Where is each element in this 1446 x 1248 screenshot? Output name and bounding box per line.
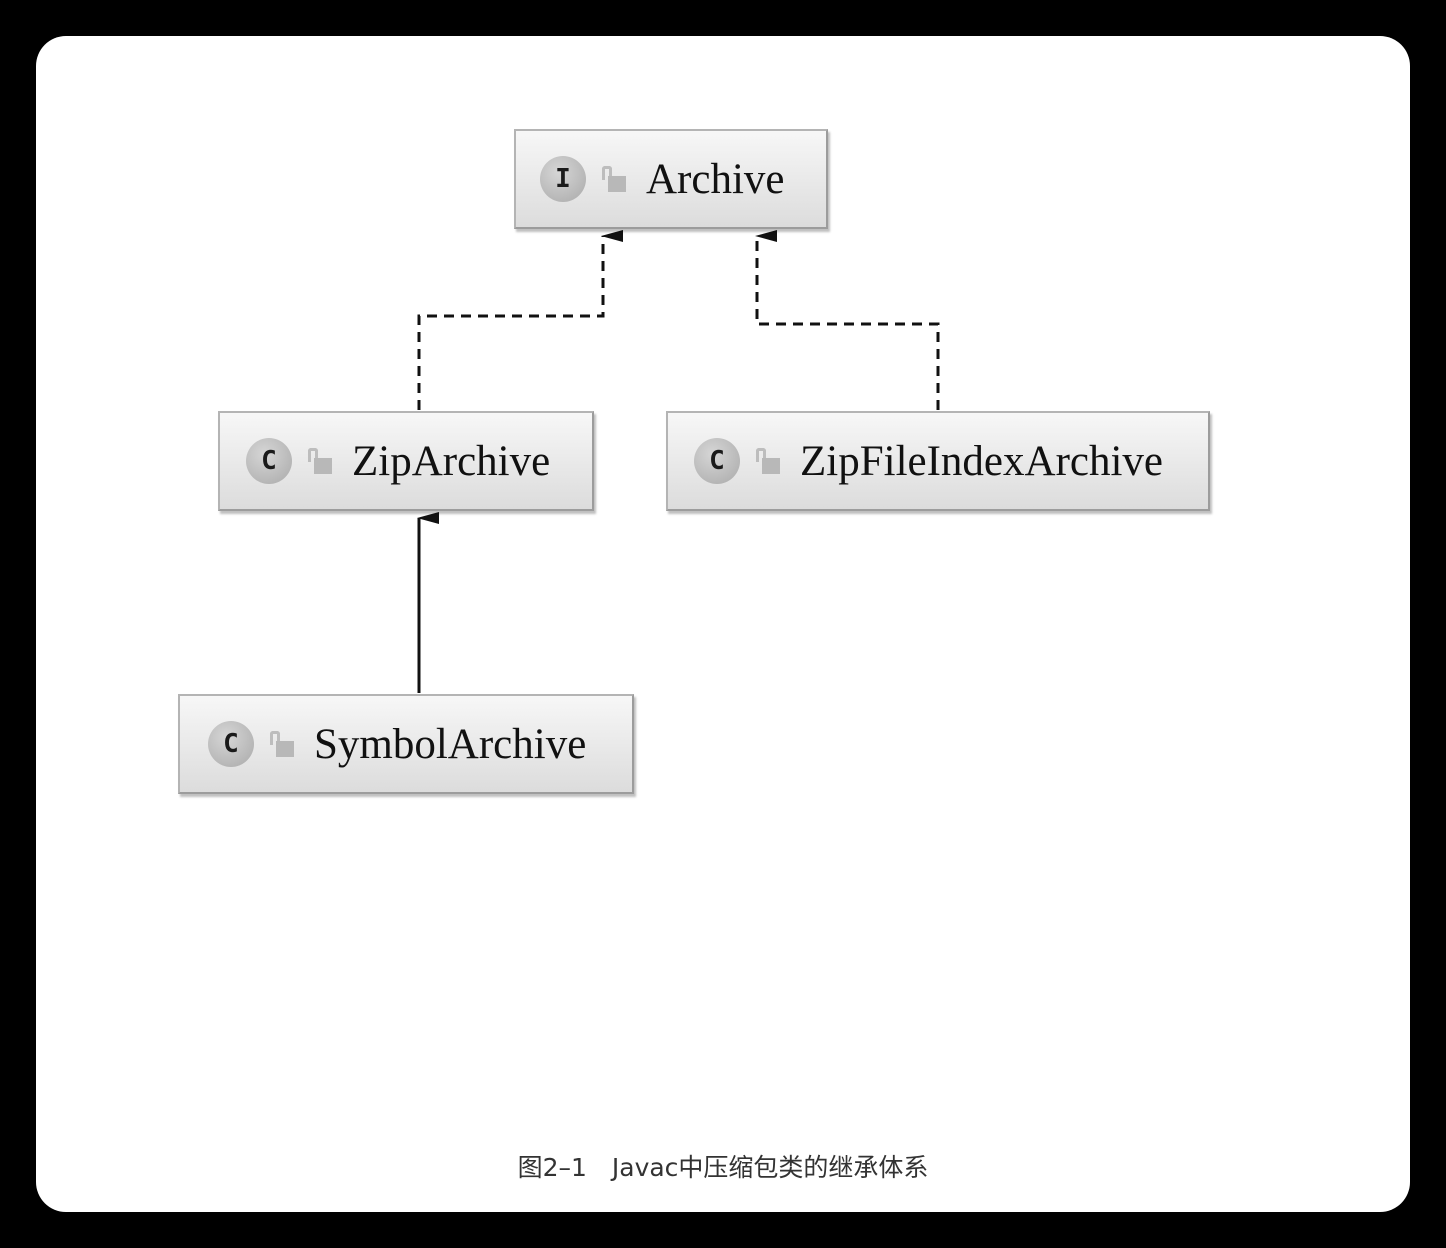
- class-icon: C: [694, 438, 740, 484]
- lock-icon: [306, 446, 336, 476]
- node-label: SymbolArchive: [314, 720, 587, 768]
- figure-card: I Archive C ZipArchive C ZipFileIndexArc…: [36, 36, 1410, 1212]
- class-icon: C: [246, 438, 292, 484]
- node-archive: I Archive: [514, 129, 828, 229]
- edge-zipfileindexarchive-to-archive: [755, 230, 940, 410]
- lock-icon: [268, 729, 298, 759]
- node-label: ZipFileIndexArchive: [800, 437, 1164, 485]
- node-label: ZipArchive: [352, 437, 551, 485]
- node-zipfileindexarchive: C ZipFileIndexArchive: [666, 411, 1210, 511]
- edge-ziparchive-to-archive: [417, 230, 623, 410]
- node-ziparchive: C ZipArchive: [218, 411, 594, 511]
- class-icon: C: [208, 721, 254, 767]
- node-symbolarchive: C SymbolArchive: [178, 694, 634, 794]
- node-label: Archive: [646, 155, 785, 203]
- lock-icon: [754, 446, 784, 476]
- figure-caption: 图2–1 Javac中压缩包类的继承体系: [517, 1153, 929, 1182]
- interface-icon: I: [540, 156, 586, 202]
- lock-icon: [600, 164, 630, 194]
